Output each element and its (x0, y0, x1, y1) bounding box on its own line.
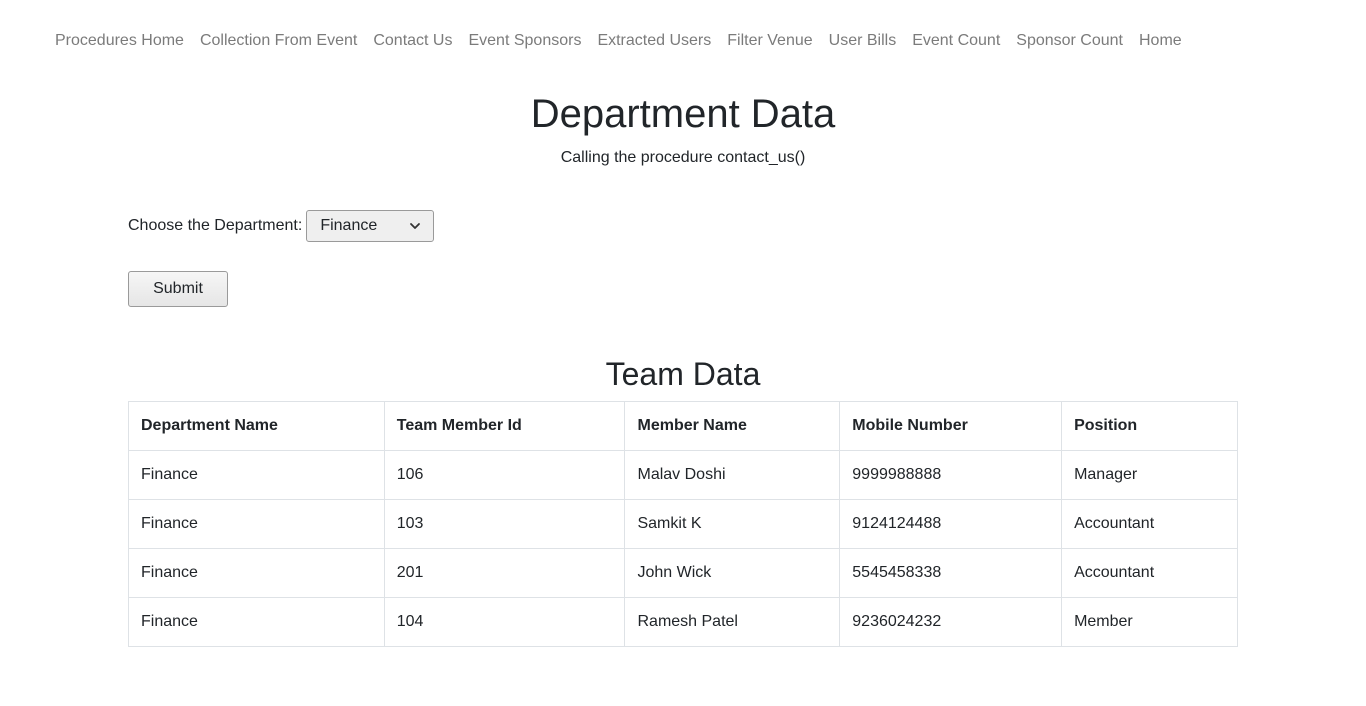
cell-member-name: Ramesh Patel (624, 597, 841, 647)
cell-member-name: John Wick (624, 548, 841, 598)
nav-link-home[interactable]: Home (1131, 24, 1190, 58)
department-select[interactable]: Finance (306, 210, 435, 242)
column-header-mobile-number: Mobile Number (839, 401, 1063, 451)
table-body: Finance 106 Malav Doshi 9999988888 Manag… (128, 450, 1238, 647)
column-header-department-name: Department Name (128, 401, 385, 451)
cell-position: Member (1061, 597, 1238, 647)
cell-department-name: Finance (128, 499, 385, 549)
column-header-team-member-id: Team Member Id (383, 401, 626, 451)
team-data-title: Team Data (605, 356, 761, 392)
cell-team-member-id: 103 (383, 499, 626, 549)
nav-link-sponsor-count[interactable]: Sponsor Count (1008, 24, 1131, 58)
table-row: Finance 103 Samkit K 9124124488 Accounta… (128, 499, 1238, 549)
cell-team-member-id: 201 (383, 548, 626, 598)
cell-mobile-number: 9236024232 (839, 597, 1063, 647)
column-header-position: Position (1061, 401, 1238, 451)
nav-link-extracted-users[interactable]: Extracted Users (589, 24, 719, 58)
cell-member-name: Samkit K (624, 499, 841, 549)
submit-button[interactable]: Submit (128, 271, 228, 307)
nav-link-collection-from-event[interactable]: Collection From Event (192, 24, 365, 58)
page-title: Department Data (530, 92, 836, 136)
cell-department-name: Finance (128, 597, 385, 647)
cell-department-name: Finance (128, 548, 385, 598)
cell-department-name: Finance (128, 450, 385, 500)
cell-team-member-id: 106 (383, 450, 626, 500)
nav-link-contact-us[interactable]: Contact Us (365, 24, 460, 58)
nav-link-procedures-home[interactable]: Procedures Home (47, 24, 192, 58)
department-form: Choose the Department: Finance (128, 210, 435, 242)
nav-link-filter-venue[interactable]: Filter Venue (719, 24, 820, 58)
nav-link-event-sponsors[interactable]: Event Sponsors (460, 24, 589, 58)
cell-mobile-number: 5545458338 (839, 548, 1063, 598)
nav-link-user-bills[interactable]: User Bills (821, 24, 905, 58)
chevron-down-icon (410, 223, 421, 229)
team-data-table: Department Name Team Member Id Member Na… (128, 401, 1238, 647)
cell-mobile-number: 9999988888 (839, 450, 1063, 500)
table-header-row: Department Name Team Member Id Member Na… (128, 401, 1238, 451)
nav-link-event-count[interactable]: Event Count (904, 24, 1008, 58)
cell-position: Accountant (1061, 548, 1238, 598)
column-header-member-name: Member Name (624, 401, 841, 451)
table-row: Finance 106 Malav Doshi 9999988888 Manag… (128, 450, 1238, 500)
page-subtitle: Calling the procedure contact_us() (560, 149, 806, 166)
department-label: Choose the Department: (128, 217, 303, 234)
cell-position: Manager (1061, 450, 1238, 500)
top-nav: Procedures Home Collection From Event Co… (47, 24, 1190, 58)
cell-position: Accountant (1061, 499, 1238, 549)
table-header: Department Name Team Member Id Member Na… (128, 401, 1238, 451)
cell-team-member-id: 104 (383, 597, 626, 647)
cell-mobile-number: 9124124488 (839, 499, 1063, 549)
cell-member-name: Malav Doshi (624, 450, 841, 500)
department-select-value: Finance (320, 217, 378, 234)
table-row: Finance 104 Ramesh Patel 9236024232 Memb… (128, 597, 1238, 647)
table-row: Finance 201 John Wick 5545458338 Account… (128, 548, 1238, 598)
